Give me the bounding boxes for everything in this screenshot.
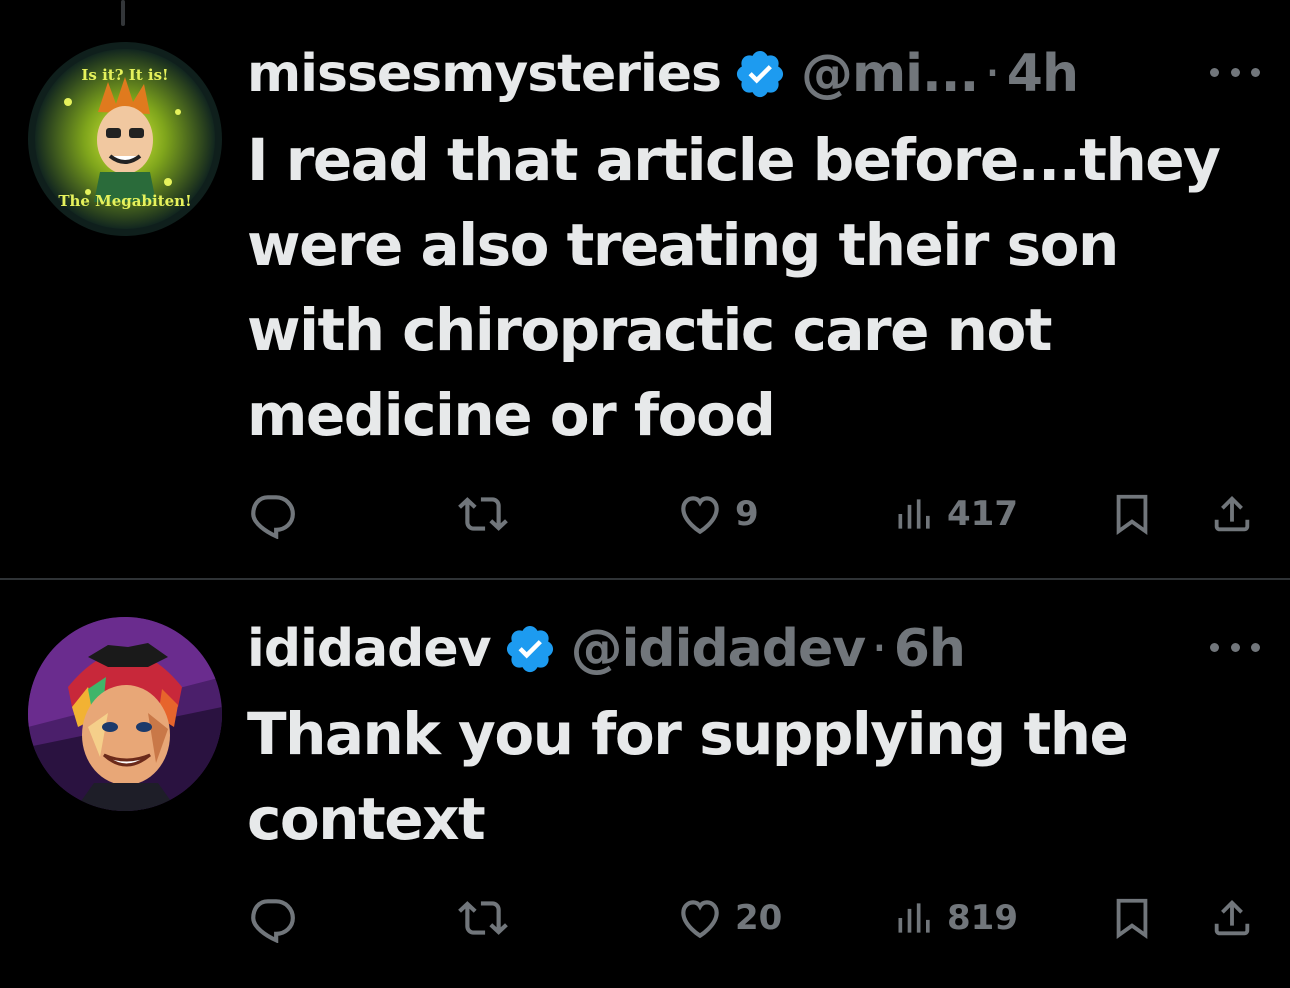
bookmark-button[interactable]	[1109, 484, 1155, 544]
views-icon	[898, 903, 930, 933]
view-count: 417	[947, 494, 1018, 534]
avatar-boy-portrait-icon	[28, 617, 222, 811]
display-name[interactable]: missesmysteries	[247, 44, 722, 104]
tweet-text: Thank you for supplying the context	[247, 700, 1129, 853]
avatar[interactable]: Is it? It is! The Megabiten!	[28, 42, 222, 236]
views-icon	[898, 499, 930, 529]
separator-dot: ·	[984, 44, 1001, 104]
tweet-text: I read that article before...they were a…	[247, 126, 1221, 449]
share-button[interactable]	[1209, 484, 1255, 544]
retweet-icon	[458, 497, 508, 531]
views-button[interactable]: 417	[893, 484, 1018, 544]
heart-icon	[681, 900, 719, 939]
like-button[interactable]: 9	[675, 484, 759, 544]
retweet-button[interactable]	[455, 888, 511, 948]
display-name[interactable]: ididadev	[247, 619, 492, 679]
avatar[interactable]	[28, 617, 222, 811]
tweet-actions: 9 417	[247, 484, 1267, 544]
tweet[interactable]: Is it? It is! The Megabiten! missesmyste…	[0, 0, 1290, 580]
verified-badge-icon[interactable]	[733, 47, 787, 101]
views-button[interactable]: 819	[893, 888, 1018, 948]
tweet-header: missesmysteries @mi... · 4h	[247, 40, 1079, 108]
verified-badge-icon[interactable]	[503, 622, 557, 676]
timestamp[interactable]: 6h	[894, 619, 966, 679]
more-options-icon[interactable]	[1210, 637, 1260, 657]
user-handle[interactable]: @mi...	[801, 44, 979, 104]
avatar-bottom-text: The Megabiten!	[58, 192, 191, 210]
like-button[interactable]: 20	[675, 888, 782, 948]
tweet[interactable]: ididadev @ididadev · 6h Thank you for su…	[0, 580, 1290, 988]
share-icon	[1214, 899, 1250, 936]
like-count: 9	[735, 494, 759, 534]
bookmark-icon	[1116, 494, 1148, 535]
reply-button[interactable]	[247, 888, 297, 948]
like-count: 20	[735, 898, 783, 938]
view-count: 819	[947, 898, 1018, 938]
bookmark-icon	[1116, 898, 1148, 939]
reply-icon	[251, 899, 295, 943]
reply-icon	[251, 495, 295, 539]
avatar-megabiten-icon: Is it? It is! The Megabiten!	[28, 42, 222, 236]
user-handle[interactable]: @ididadev	[571, 619, 867, 679]
heart-icon	[681, 496, 719, 535]
tweet-actions: 20 819	[247, 888, 1267, 948]
share-button[interactable]	[1209, 888, 1255, 948]
reply-button[interactable]	[247, 484, 297, 544]
tweet-header: ididadev @ididadev · 6h	[247, 615, 966, 683]
retweet-button[interactable]	[455, 484, 511, 544]
share-icon	[1214, 495, 1250, 532]
bookmark-button[interactable]	[1109, 888, 1155, 948]
more-options-icon[interactable]	[1210, 62, 1260, 82]
retweet-icon	[458, 901, 508, 935]
separator-dot: ·	[871, 619, 888, 679]
avatar-top-text: Is it? It is!	[81, 66, 168, 84]
timestamp[interactable]: 4h	[1007, 44, 1079, 104]
